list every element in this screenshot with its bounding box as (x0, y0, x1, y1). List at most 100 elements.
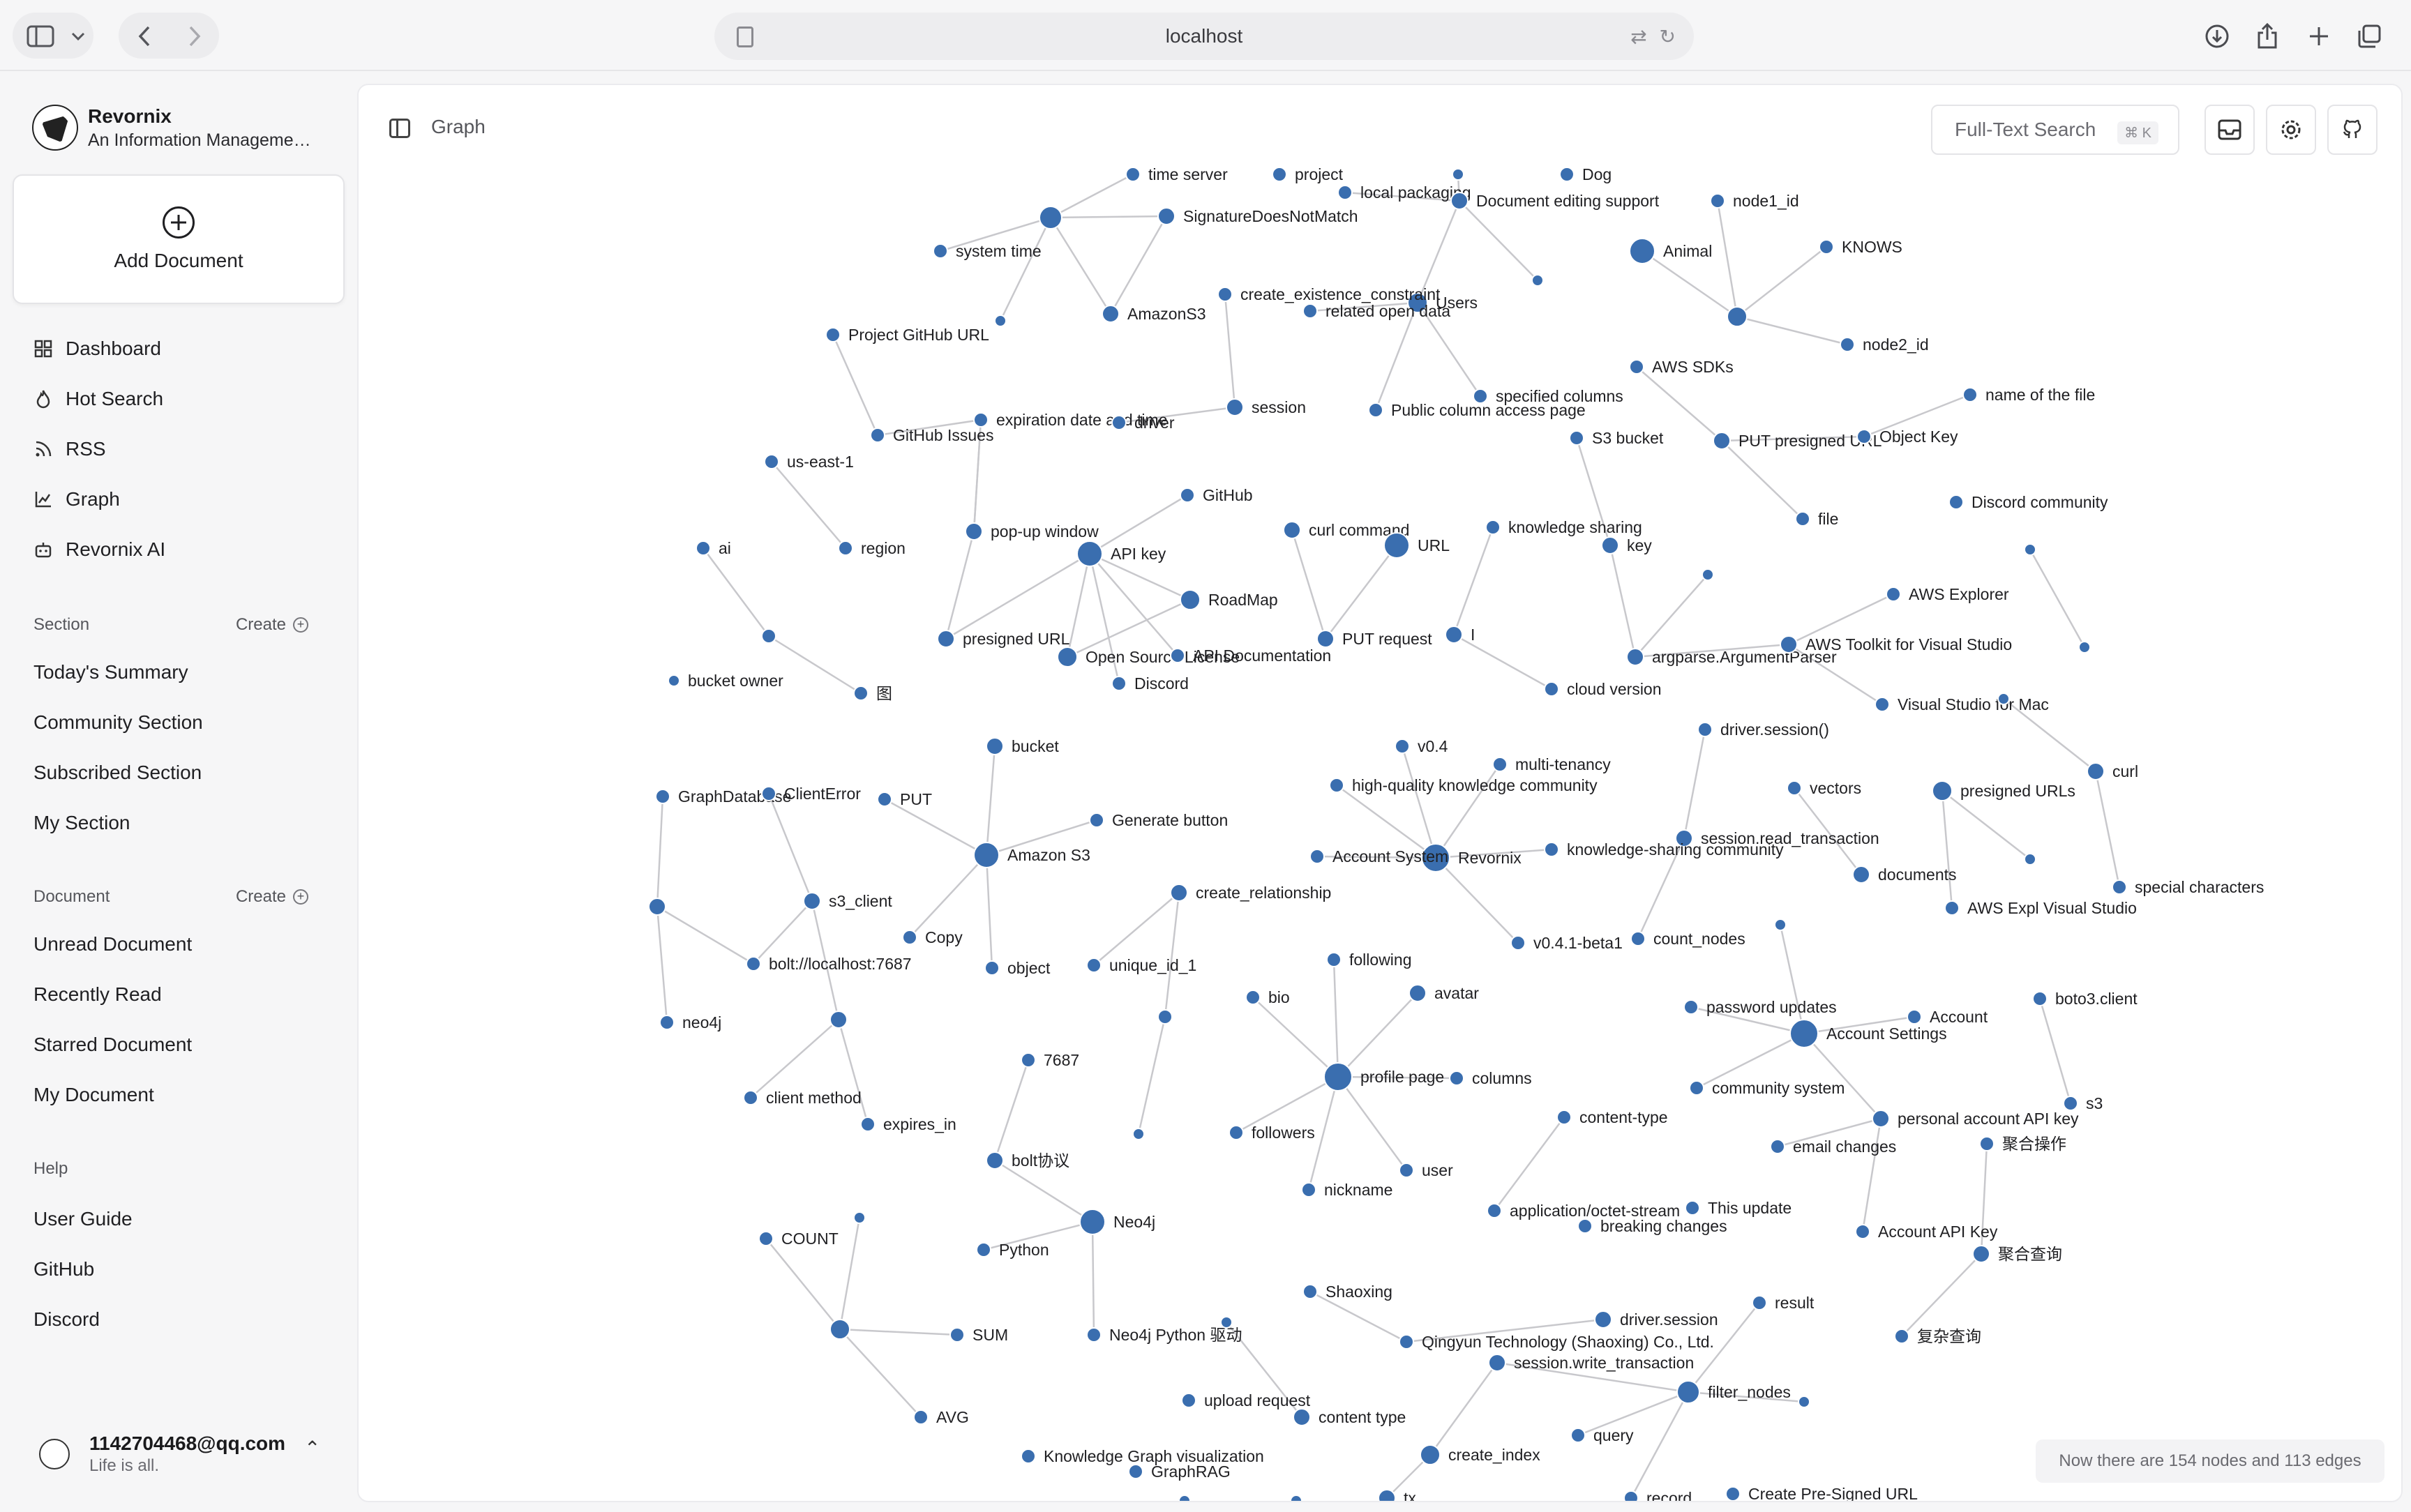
graph-node-dot[interactable] (1245, 990, 1261, 1005)
graph-node[interactable]: RoadMap (1180, 589, 1278, 610)
knowledge-graph[interactable]: time server project system time SignatureDo… (359, 85, 2403, 1502)
graph-node-dot[interactable] (1181, 1393, 1196, 1408)
new-tab-icon[interactable] (2304, 21, 2334, 52)
graph-node-dot[interactable] (1125, 167, 1141, 182)
graph-node[interactable]: URL (1383, 532, 1450, 559)
graph-node[interactable]: API Documentation (1170, 647, 1331, 665)
graph-node[interactable]: knowledge sharing (1485, 518, 1642, 536)
graph-node[interactable]: Qingyun Technology (Shaoxing) Co., Ltd. (1399, 1333, 1714, 1351)
graph-node-dot[interactable] (1875, 697, 1890, 712)
graph-node[interactable]: bio (1245, 988, 1290, 1006)
graph-node-dot[interactable] (1685, 1200, 1700, 1216)
graph-node-dot[interactable] (1710, 193, 1725, 209)
graph-node[interactable]: cloud version (1544, 680, 1662, 698)
graph-node[interactable]: curl (2087, 762, 2138, 780)
nav-item-dashboard[interactable]: Dashboard (33, 324, 165, 374)
graph-node-dot[interactable] (1770, 1139, 1785, 1154)
graph-node-dot[interactable] (986, 1151, 1004, 1170)
graph-node-dot[interactable] (1819, 239, 1834, 255)
graph-node-dot[interactable] (2024, 853, 2036, 865)
graph-node[interactable]: AVG (913, 1408, 969, 1426)
graph-node-dot[interactable] (1774, 918, 1787, 931)
graph-node[interactable]: session (1226, 398, 1306, 416)
graph-node[interactable]: GitHub (1180, 486, 1253, 504)
graph-node[interactable] (1531, 274, 1544, 287)
graph-node-dot[interactable] (1544, 681, 1559, 697)
graph-node-dot[interactable] (1449, 1071, 1464, 1086)
graph-node[interactable]: expires_in (860, 1115, 956, 1133)
download-icon[interactable] (2202, 21, 2232, 52)
graph-node-dot[interactable] (761, 628, 776, 644)
graph-node-dot[interactable] (1086, 1327, 1102, 1343)
graph-node[interactable]: documents (1852, 865, 1957, 884)
graph-node[interactable]: knowledge-sharing community (1544, 840, 1784, 859)
graph-node-dot[interactable] (1395, 739, 1410, 754)
graph-node-dot[interactable] (1329, 778, 1344, 793)
graph-node-dot[interactable] (870, 428, 885, 443)
graph-node[interactable]: S3 bucket (1569, 429, 1664, 447)
graph-node[interactable]: boto3.client (2032, 990, 2138, 1008)
graph-node[interactable]: content-type (1556, 1108, 1668, 1126)
graph-node[interactable]: Create Pre-Signed URL (1725, 1485, 1918, 1502)
graph-node-dot[interactable] (655, 789, 670, 804)
graph-node-dot[interactable] (1577, 1218, 1593, 1234)
graph-node[interactable]: create_index (1420, 1444, 1540, 1465)
graph-node[interactable] (1452, 168, 1464, 181)
graph-node[interactable]: Shaoxing (1302, 1283, 1392, 1301)
help-item-user-guide[interactable]: User Guide (33, 1194, 133, 1244)
graph-node-dot[interactable] (1787, 780, 1802, 796)
graph-node[interactable]: API key (1076, 540, 1166, 567)
graph-node-dot[interactable] (1180, 589, 1201, 610)
graph-node-dot[interactable] (1452, 168, 1464, 181)
graph-node[interactable]: Copy (902, 928, 963, 946)
graph-node-dot[interactable] (1021, 1449, 1036, 1464)
graph-node[interactable]: driver (1111, 414, 1175, 432)
graph-node[interactable] (1290, 1495, 1302, 1502)
graph-node[interactable]: query (1570, 1426, 1634, 1444)
graph-node[interactable]: ai (696, 539, 731, 557)
graph-node-dot[interactable] (1409, 984, 1427, 1002)
graph-node-dot[interactable] (1337, 185, 1353, 200)
graph-node-dot[interactable] (1132, 1128, 1145, 1140)
graph-node[interactable]: followers (1229, 1124, 1315, 1142)
graph-node[interactable]: nickname (1301, 1181, 1392, 1199)
graph-node-dot[interactable] (2078, 641, 2091, 653)
graph-node[interactable] (853, 1211, 866, 1224)
graph-node[interactable] (1157, 1009, 1173, 1025)
graph-node-dot[interactable] (1323, 1062, 1353, 1091)
graph-node[interactable]: SignatureDoesNotMatch (1157, 207, 1358, 225)
graph-node-dot[interactable] (1629, 238, 1655, 264)
graph-node[interactable]: GitHub Issues (870, 426, 993, 444)
settings-button[interactable] (2266, 105, 2316, 155)
graph-node[interactable]: Visual Studio for Mac (1875, 695, 2049, 713)
graph-node[interactable]: Discord (1111, 674, 1189, 693)
graph-node-dot[interactable] (949, 1327, 965, 1343)
create-document-button[interactable]: Create + (236, 887, 308, 907)
graph-node-dot[interactable] (1630, 931, 1646, 946)
graph-node-dot[interactable] (1780, 635, 1798, 653)
graph-node-dot[interactable] (1840, 337, 1855, 352)
graph-node[interactable]: community system (1689, 1079, 1845, 1097)
graph-node-dot[interactable] (668, 674, 680, 687)
graph-node[interactable]: node1_id (1710, 192, 1799, 210)
graph-node[interactable]: project (1272, 165, 1344, 183)
graph-node-dot[interactable] (1713, 432, 1731, 450)
graph-node-dot[interactable] (829, 1011, 848, 1029)
graph-node[interactable] (1178, 1495, 1191, 1502)
graph-node-dot[interactable] (1217, 287, 1233, 302)
graph-node-dot[interactable] (1570, 1428, 1586, 1443)
graph-node-dot[interactable] (1445, 626, 1463, 644)
graph-node-dot[interactable] (1170, 884, 1188, 902)
graph-node-dot[interactable] (1485, 520, 1501, 535)
graph-node[interactable]: I (1445, 626, 1475, 644)
graph-node-dot[interactable] (994, 315, 1007, 327)
graph-node-dot[interactable] (1676, 1380, 1700, 1404)
graph-node-dot[interactable] (1629, 359, 1644, 375)
graph-node-dot[interactable] (1057, 647, 1078, 667)
graph-node[interactable] (2078, 641, 2091, 653)
graph-node-dot[interactable] (1795, 511, 1810, 527)
graph-node[interactable]: s3_client (803, 892, 892, 910)
graph-node-dot[interactable] (965, 522, 983, 540)
graph-node-dot[interactable] (986, 737, 1004, 755)
graph-node[interactable]: Generate button (1089, 811, 1228, 829)
